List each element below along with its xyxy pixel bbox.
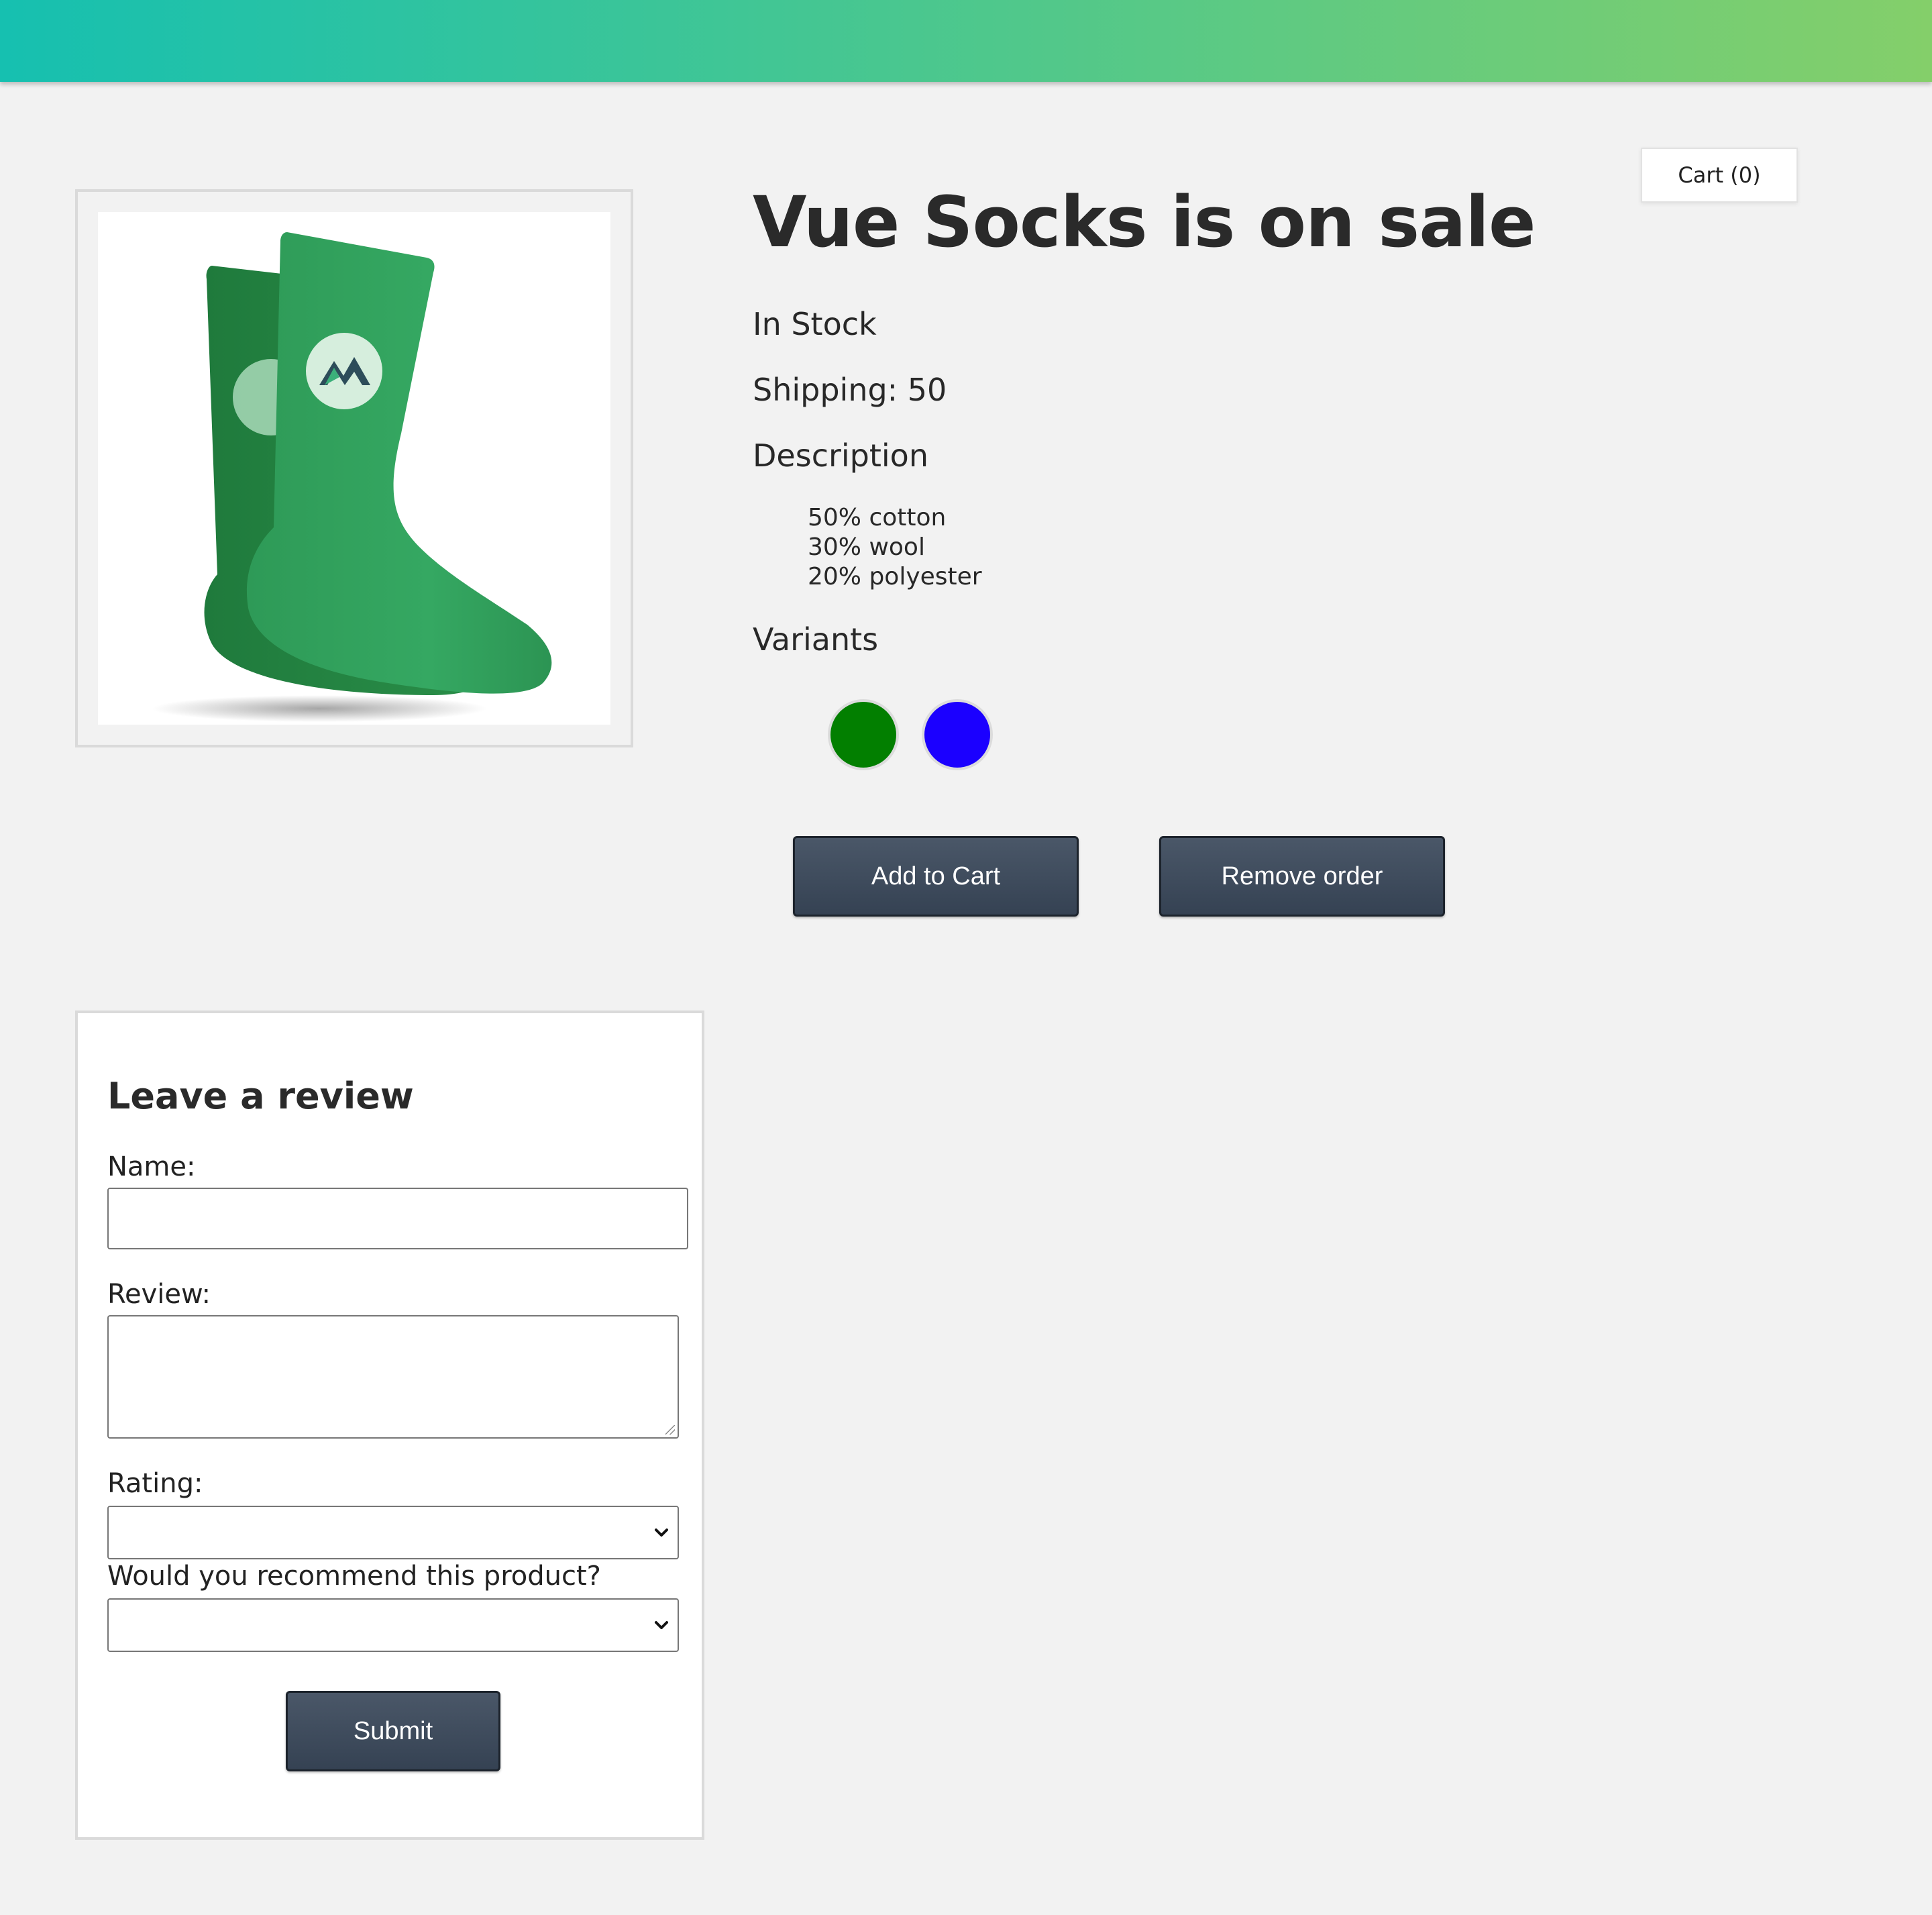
variant-swatch-blue[interactable] [922, 699, 993, 770]
submit-button[interactable]: Submit [286, 1691, 500, 1771]
chevron-down-icon [655, 1529, 668, 1537]
review-form: Leave a review Name: Review: Rating: Wou… [75, 1011, 704, 1840]
product-title: Vue Socks is on sale [753, 181, 1536, 263]
recommend-select[interactable] [107, 1598, 679, 1652]
detail-item: 30% wool [808, 533, 925, 561]
name-input[interactable] [107, 1188, 688, 1249]
variants-heading: Variants [753, 621, 879, 658]
product-image-frame [75, 189, 633, 747]
review-textarea[interactable] [107, 1315, 679, 1439]
green-socks-image [152, 232, 552, 722]
cart-counter: Cart (0) [1641, 148, 1798, 203]
remove-order-button[interactable]: Remove order [1159, 836, 1445, 917]
rating-label: Rating: [107, 1468, 203, 1499]
review-form-heading: Leave a review [107, 1075, 414, 1117]
detail-item: 20% polyester [808, 563, 982, 590]
nav-bar [0, 0, 1932, 82]
recommend-label: Would you recommend this product? [107, 1561, 601, 1592]
shipping-cost: Shipping: 50 [753, 372, 947, 408]
variant-swatch-green[interactable] [828, 699, 899, 770]
stock-status: In Stock [753, 306, 877, 342]
review-label: Review: [107, 1279, 211, 1310]
product-image [98, 212, 610, 725]
name-label: Name: [107, 1151, 196, 1182]
chevron-down-icon [655, 1621, 668, 1629]
add-to-cart-button[interactable]: Add to Cart [793, 836, 1079, 917]
description-heading: Description [753, 437, 928, 474]
detail-item: 50% cotton [808, 504, 947, 531]
resize-handle-icon[interactable] [665, 1425, 675, 1435]
rating-select[interactable] [107, 1506, 679, 1559]
product-details-list: 50% cotton 30% wool 20% polyester [808, 503, 982, 592]
